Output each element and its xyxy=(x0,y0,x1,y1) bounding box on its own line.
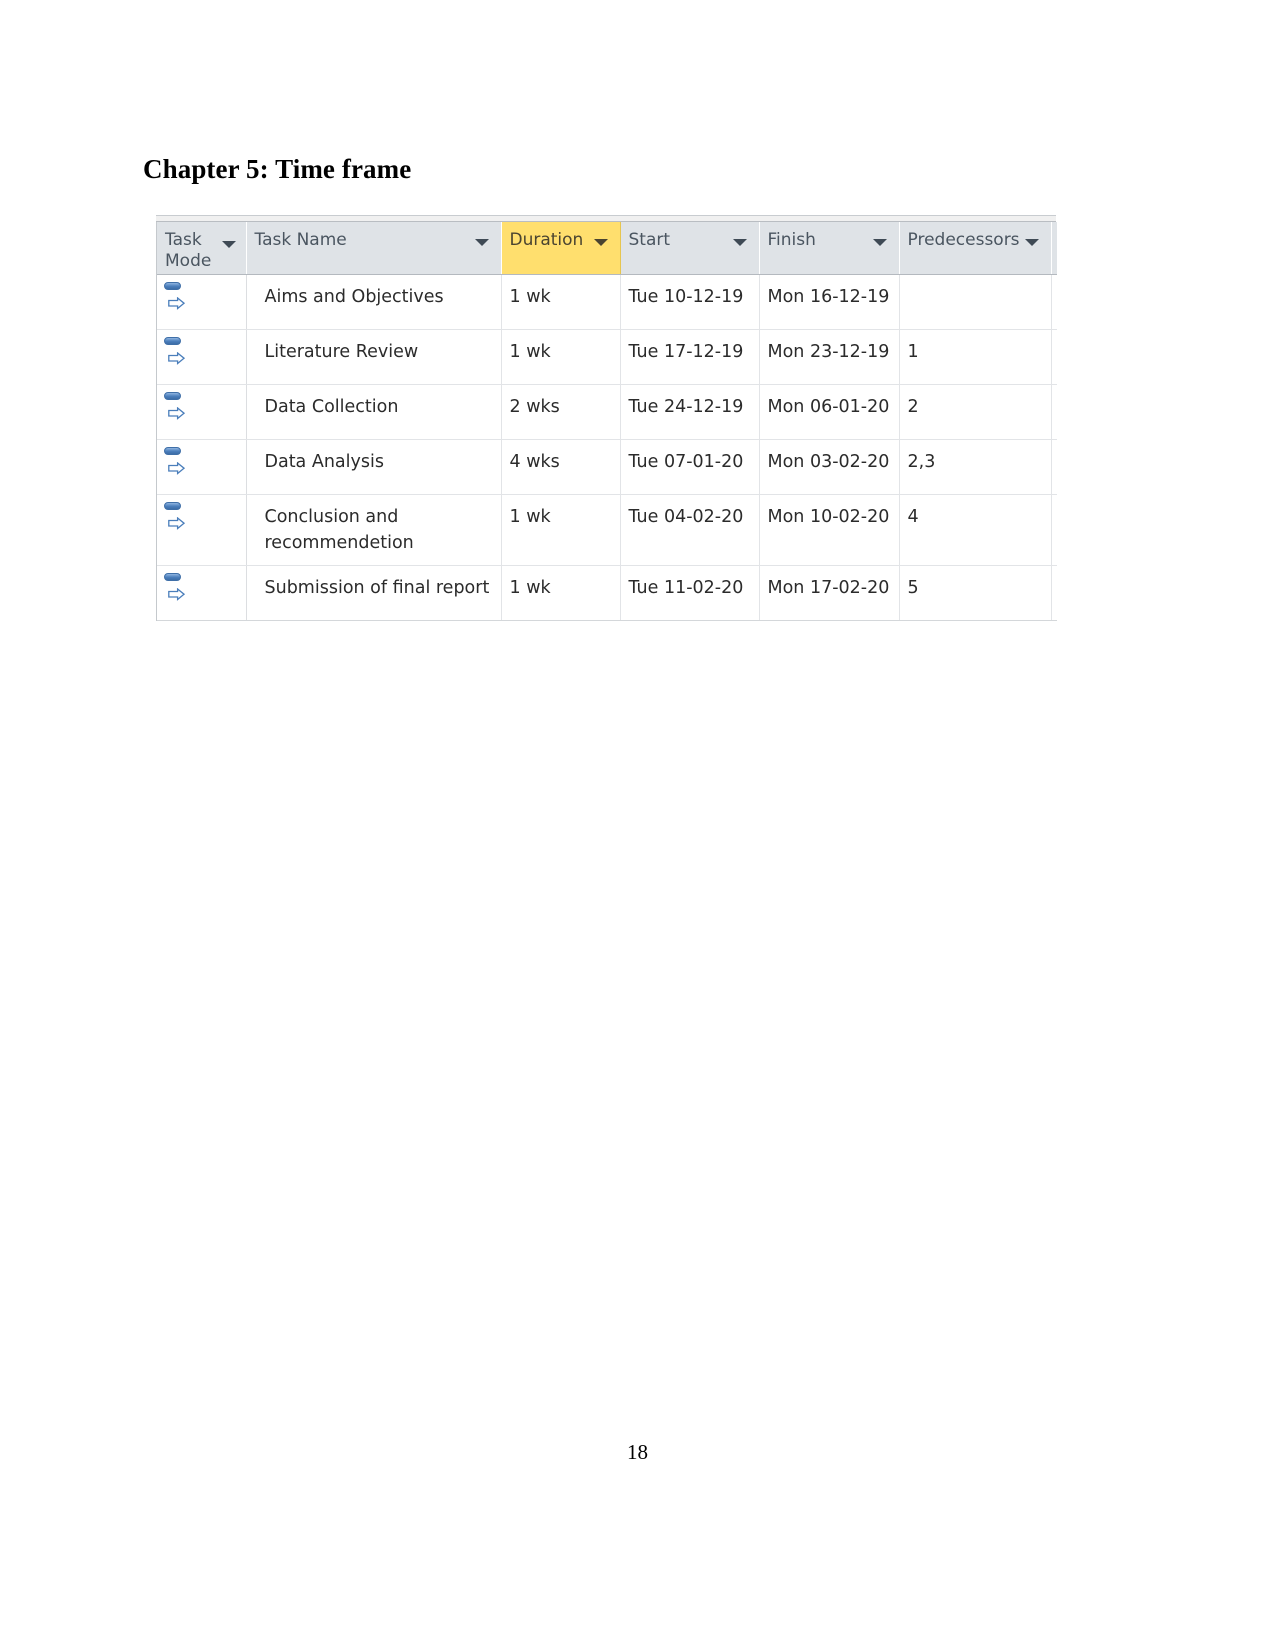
chevron-down-icon[interactable] xyxy=(872,239,887,246)
cell-duration[interactable]: 1 wk xyxy=(501,565,621,621)
cell-truncated xyxy=(1050,384,1057,440)
chevron-down-icon[interactable] xyxy=(221,241,236,248)
column-header-duration[interactable]: Duration xyxy=(501,222,621,275)
cell-finish[interactable]: Mon 06-01-20 xyxy=(759,384,900,440)
chevron-down-icon[interactable] xyxy=(1024,239,1039,246)
cell-task-name[interactable]: Literature Review xyxy=(246,329,502,385)
cell-truncated xyxy=(1050,494,1057,566)
table-header-row: Task Mode Task Name Duration Start Finis… xyxy=(157,222,1057,275)
column-header-label: Start xyxy=(628,230,671,250)
cell-truncated xyxy=(1050,274,1057,330)
cell-task-name[interactable]: Aims and Objectives xyxy=(246,274,502,330)
cell-predecessors[interactable]: 4 xyxy=(899,494,1052,566)
table-row[interactable]: Literature Review 1 wk Tue 17-12-19 Mon 23-… xyxy=(157,329,1057,385)
chevron-down-icon[interactable] xyxy=(593,239,608,246)
column-header-label: Finish xyxy=(767,230,816,250)
cell-duration[interactable]: 1 wk xyxy=(501,274,621,330)
cell-truncated xyxy=(1050,565,1057,621)
cell-task-name[interactable]: Submission of final report xyxy=(246,565,502,621)
task-bar-glyph xyxy=(164,337,181,345)
auto-scheduled-icon xyxy=(163,391,189,420)
cell-task-mode[interactable] xyxy=(157,494,247,566)
table-row[interactable]: Data Analysis 4 wks Tue 07-01-20 Mon 03-02-… xyxy=(157,439,1057,495)
right-arrow-icon xyxy=(168,512,186,538)
task-bar-glyph xyxy=(164,502,181,510)
cell-duration[interactable]: 2 wks xyxy=(501,384,621,440)
cell-predecessors[interactable]: 5 xyxy=(899,565,1052,621)
cell-truncated xyxy=(1050,329,1057,385)
right-arrow-icon xyxy=(168,583,186,609)
cell-start[interactable]: Tue 10-12-19 xyxy=(620,274,760,330)
task-bar-glyph xyxy=(164,392,181,400)
project-table-container: Task Mode Task Name Duration Start Finis… xyxy=(156,215,1057,621)
auto-scheduled-icon xyxy=(163,501,189,530)
right-arrow-icon xyxy=(168,347,186,373)
task-table: Task Mode Task Name Duration Start Finis… xyxy=(157,222,1057,621)
task-bar-glyph xyxy=(164,447,181,455)
cell-task-mode[interactable] xyxy=(157,439,247,495)
cell-task-mode[interactable] xyxy=(157,329,247,385)
column-header-finish[interactable]: Finish xyxy=(759,222,900,275)
column-header-task-name[interactable]: Task Name xyxy=(246,222,502,275)
task-bar-glyph xyxy=(164,573,181,581)
column-header-label: Predecessors xyxy=(907,230,1020,250)
chevron-down-icon[interactable] xyxy=(732,239,747,246)
cell-predecessors[interactable] xyxy=(899,274,1052,330)
column-header-start[interactable]: Start xyxy=(620,222,760,275)
cell-truncated xyxy=(1050,439,1057,495)
cell-start[interactable]: Tue 24-12-19 xyxy=(620,384,760,440)
chevron-down-icon[interactable] xyxy=(474,239,489,246)
cell-task-mode[interactable] xyxy=(157,274,247,330)
table-body: Aims and Objectives 1 wk Tue 10-12-19 Mon 1… xyxy=(157,274,1057,621)
right-arrow-icon xyxy=(168,402,186,428)
column-header-label: Task Name xyxy=(254,230,347,250)
right-arrow-icon xyxy=(168,292,186,318)
cell-predecessors[interactable]: 2,3 xyxy=(899,439,1052,495)
column-header-label: Duration xyxy=(509,230,584,250)
cell-task-name[interactable]: Data Collection xyxy=(246,384,502,440)
auto-scheduled-icon xyxy=(163,336,189,365)
document-page: Chapter 5: Time frame Task Mode Task Nam… xyxy=(0,0,1275,1651)
page-number: 18 xyxy=(627,1440,648,1464)
auto-scheduled-icon xyxy=(163,572,189,601)
cell-start[interactable]: Tue 04-02-20 xyxy=(620,494,760,566)
table-row[interactable]: Aims and Objectives 1 wk Tue 10-12-19 Mon 1… xyxy=(157,274,1057,330)
table-row[interactable]: Conclusion and recommendetion 1 wk Tue 04-… xyxy=(157,494,1057,566)
cell-duration[interactable]: 1 wk xyxy=(501,494,621,566)
column-header-task-mode[interactable]: Task Mode xyxy=(157,222,247,275)
cell-finish[interactable]: Mon 16-12-19 xyxy=(759,274,900,330)
auto-scheduled-icon xyxy=(163,446,189,475)
cell-duration[interactable]: 1 wk xyxy=(501,329,621,385)
grid-top-strip xyxy=(156,215,1056,222)
table-row[interactable]: Data Collection 2 wks Tue 24-12-19 Mon 06-0… xyxy=(157,384,1057,440)
cell-finish[interactable]: Mon 03-02-20 xyxy=(759,439,900,495)
column-header-truncated xyxy=(1051,222,1057,275)
cell-finish[interactable]: Mon 17-02-20 xyxy=(759,565,900,621)
task-bar-glyph xyxy=(164,282,181,290)
cell-task-mode[interactable] xyxy=(157,384,247,440)
cell-finish[interactable]: Mon 23-12-19 xyxy=(759,329,900,385)
right-arrow-icon xyxy=(168,457,186,483)
cell-start[interactable]: Tue 11-02-20 xyxy=(620,565,760,621)
cell-task-name[interactable]: Conclusion and recommendetion xyxy=(246,494,502,566)
cell-start[interactable]: Tue 17-12-19 xyxy=(620,329,760,385)
cell-task-name[interactable]: Data Analysis xyxy=(246,439,502,495)
cell-duration[interactable]: 4 wks xyxy=(501,439,621,495)
auto-scheduled-icon xyxy=(163,281,189,310)
cell-finish[interactable]: Mon 10-02-20 xyxy=(759,494,900,566)
table-row[interactable]: Submission of final report 1 wk Tue 11-02-… xyxy=(157,565,1057,621)
cell-task-mode[interactable] xyxy=(157,565,247,621)
page-title: Chapter 5: Time frame xyxy=(143,154,412,184)
cell-predecessors[interactable]: 1 xyxy=(899,329,1052,385)
cell-predecessors[interactable]: 2 xyxy=(899,384,1052,440)
column-header-predecessors[interactable]: Predecessors xyxy=(899,222,1052,275)
cell-start[interactable]: Tue 07-01-20 xyxy=(620,439,760,495)
